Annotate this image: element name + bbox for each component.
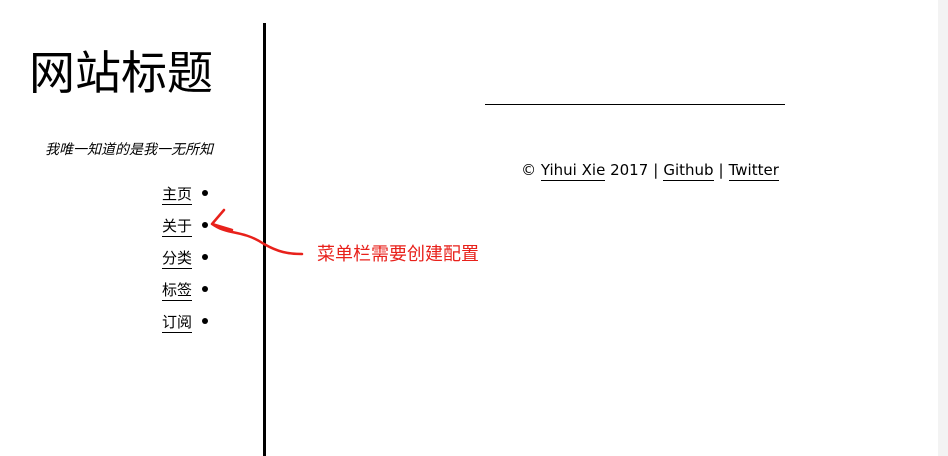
bullet-icon xyxy=(202,317,208,324)
bullet-icon xyxy=(202,285,208,292)
footer-separator: | xyxy=(718,161,724,179)
nav-item-subscribe: 订阅 xyxy=(161,310,208,342)
site-title: 网站标题 xyxy=(29,46,213,100)
nav-link-tags[interactable]: 标签 xyxy=(161,281,192,301)
bullet-icon xyxy=(202,189,208,196)
annotation-arrow-stroke xyxy=(210,208,304,256)
github-link[interactable]: Github xyxy=(663,161,714,181)
footer: © Yihui Xie 2017 | Github | Twitter xyxy=(266,158,948,182)
nav-link-subscribe[interactable]: 订阅 xyxy=(161,313,192,333)
copyright-symbol: © xyxy=(521,161,537,179)
main-content: © Yihui Xie 2017 | Github | Twitter xyxy=(266,0,948,456)
footer-separator: | xyxy=(653,161,659,179)
page: 网站标题 我唯一知道的是我一无所知 主页 关于 分类 标签 订阅 © Yihui… xyxy=(0,0,948,456)
annotation-text: 菜单栏需要创建配置 xyxy=(317,244,479,265)
nav-link-about[interactable]: 关于 xyxy=(161,217,192,237)
scrollbar[interactable] xyxy=(938,0,948,456)
nav-item-tags: 标签 xyxy=(161,278,208,310)
annotation-arrow-icon xyxy=(210,208,304,256)
nav-link-home[interactable]: 主页 xyxy=(161,185,192,205)
horizontal-rule xyxy=(485,104,785,105)
footer-year: 2017 xyxy=(610,161,649,179)
twitter-link[interactable]: Twitter xyxy=(728,161,779,181)
nav-link-categories[interactable]: 分类 xyxy=(161,249,192,269)
site-tagline: 我唯一知道的是我一无所知 xyxy=(45,142,213,158)
author-link[interactable]: Yihui Xie xyxy=(540,161,606,181)
